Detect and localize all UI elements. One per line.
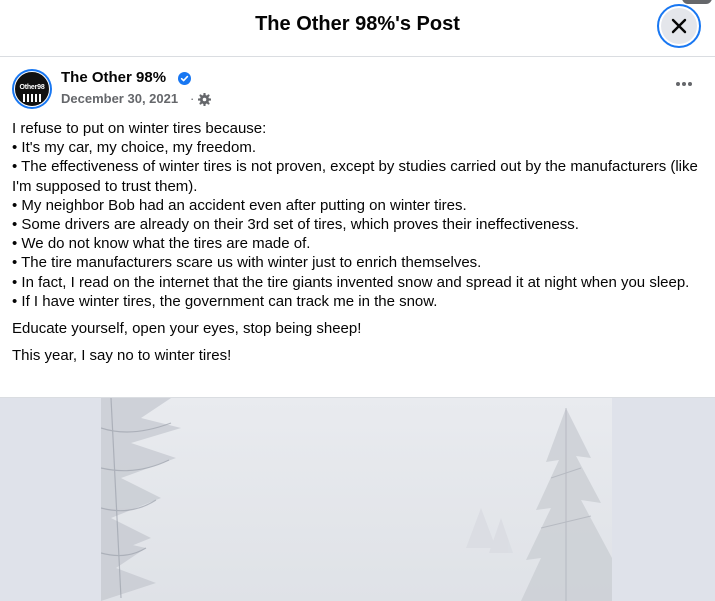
post-date[interactable]: December 30, 2021 bbox=[61, 91, 178, 106]
post-line: • It's my car, my choice, my freedom. bbox=[12, 139, 257, 157]
post-line: • We do not know what the tires are made… bbox=[12, 235, 311, 253]
gear-icon[interactable] bbox=[198, 93, 211, 106]
post-image-container[interactable] bbox=[0, 397, 715, 601]
dialog-title: The Other 98%'s Post bbox=[255, 13, 460, 35]
avatar-logo: Other98 bbox=[14, 71, 50, 107]
post-line: • My neighbor Bob had an accident even a… bbox=[12, 196, 467, 214]
post-line: • If I have winter tires, the government… bbox=[12, 292, 438, 310]
dialog-header: The Other 98%'s Post bbox=[0, 0, 715, 57]
more-options-button[interactable] bbox=[668, 74, 700, 94]
post-paragraph: This year, I say no to winter tires! bbox=[12, 347, 232, 365]
post-line: • Some drivers are already on their 3rd … bbox=[12, 216, 579, 234]
close-icon bbox=[671, 18, 687, 34]
snowy-forest-photo[interactable] bbox=[101, 398, 612, 601]
date-separator: · bbox=[190, 91, 195, 106]
close-button[interactable] bbox=[657, 4, 701, 48]
post-line: I refuse to put on winter tires because: bbox=[12, 120, 267, 137]
author-name[interactable]: The Other 98% bbox=[61, 69, 166, 86]
avatar[interactable]: Other98 bbox=[12, 69, 52, 109]
post-line: • The effectiveness of winter tires is n… bbox=[12, 158, 698, 195]
post-line: • The tire manufacturers scare us with w… bbox=[12, 254, 482, 272]
verified-badge-icon bbox=[178, 72, 191, 85]
post-text: I refuse to put on winter tires because:… bbox=[12, 119, 707, 365]
post-line: • In fact, I read on the internet that t… bbox=[12, 273, 690, 291]
post-paragraph: Educate yourself, open your eyes, stop b… bbox=[12, 320, 362, 338]
avatar-logo-text: Other98 bbox=[19, 84, 45, 91]
snow-scene-illustration bbox=[101, 398, 612, 601]
post-header: Other98 The Other 98% December 30, 2021 … bbox=[0, 58, 715, 114]
notification-badge bbox=[682, 0, 712, 4]
